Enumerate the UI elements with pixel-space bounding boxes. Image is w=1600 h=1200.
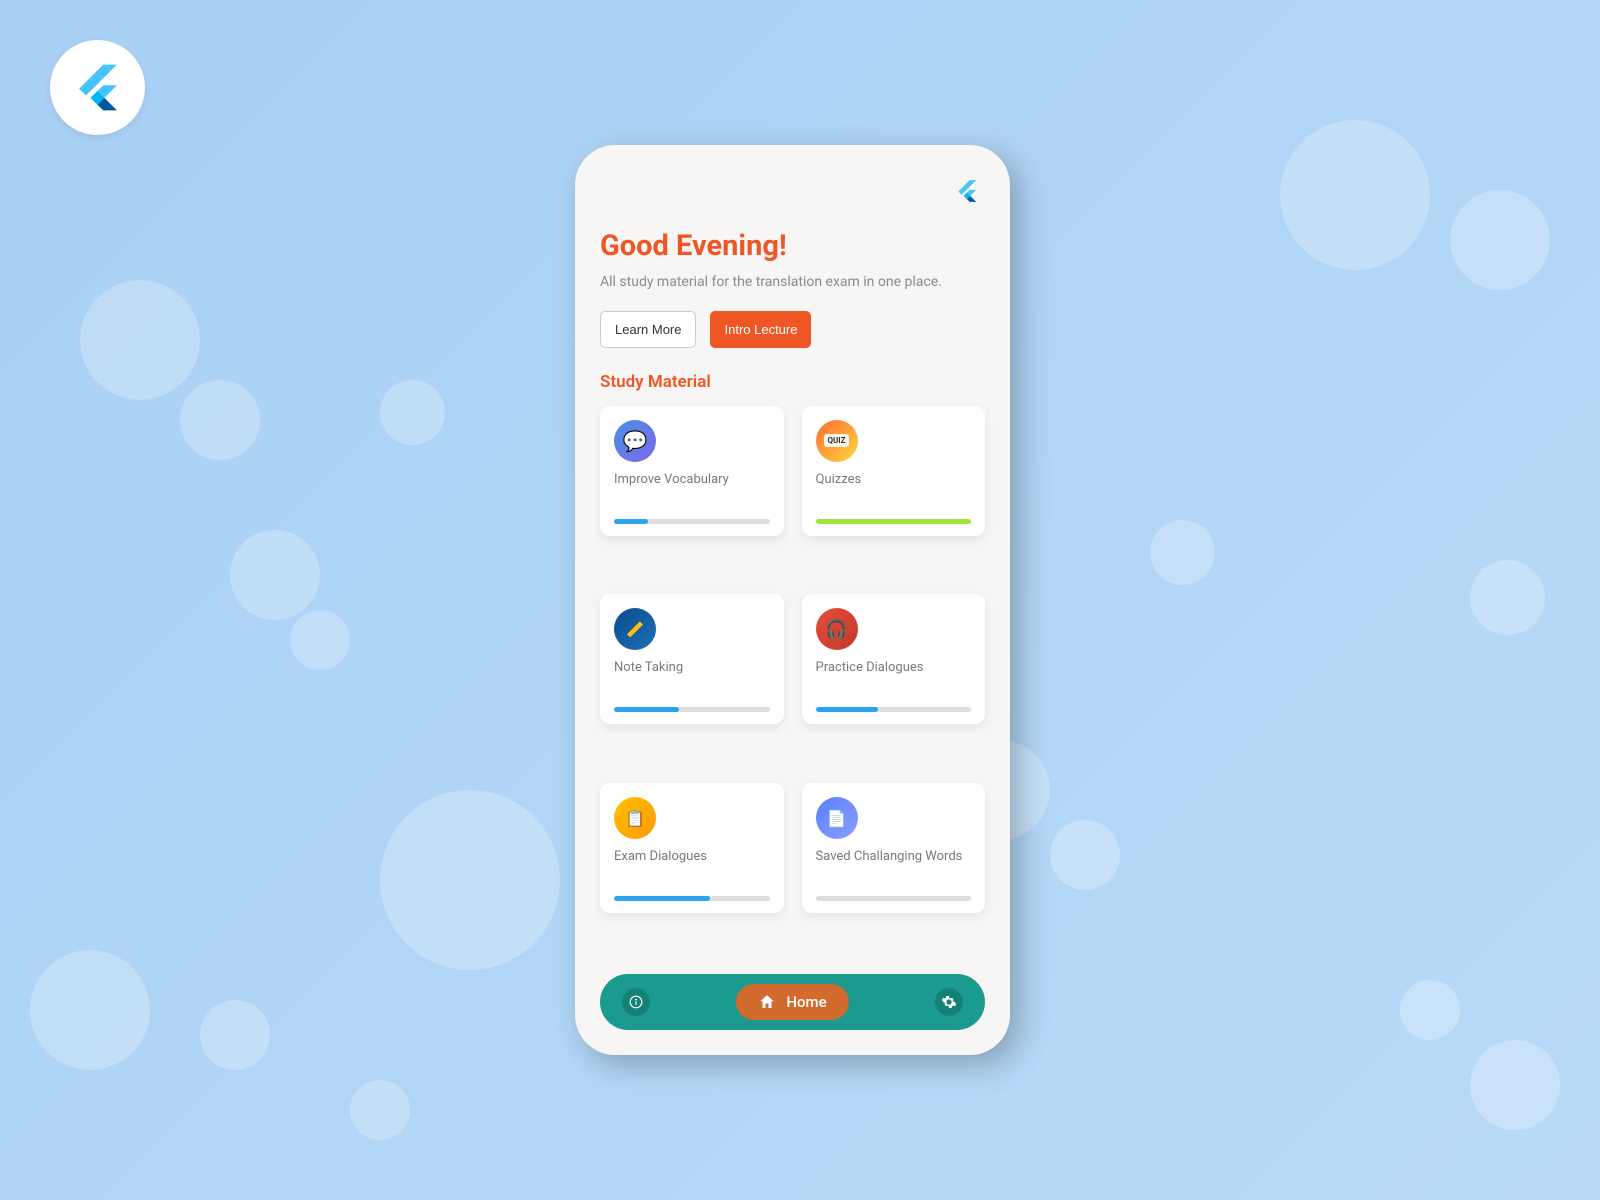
- study-material-grid: 💬 Improve Vocabulary QUIZ Quizzes Note T…: [600, 406, 985, 956]
- progress-fill: [614, 519, 648, 524]
- progress-bar: [614, 896, 770, 901]
- card-exam-dialogues[interactable]: 📋 Exam Dialogues: [600, 783, 784, 913]
- card-title: Exam Dialogues: [614, 849, 770, 888]
- card-note-taking[interactable]: Note Taking: [600, 594, 784, 724]
- progress-fill: [614, 707, 679, 712]
- note-icon: [614, 608, 656, 650]
- card-practice-dialogues[interactable]: 🎧 Practice Dialogues: [802, 594, 986, 724]
- card-title: Improve Vocabulary: [614, 472, 770, 511]
- flutter-badge: [50, 40, 145, 135]
- progress-bar: [614, 707, 770, 712]
- flutter-logo-small-icon: [954, 178, 980, 204]
- home-nav-button[interactable]: Home: [736, 984, 848, 1020]
- flutter-logo-icon: [70, 60, 125, 115]
- card-saved-words[interactable]: 📄 Saved Challanging Words: [802, 783, 986, 913]
- vocabulary-icon: 💬: [614, 420, 656, 462]
- quiz-icon: QUIZ: [816, 420, 858, 462]
- learn-more-button[interactable]: Learn More: [600, 311, 696, 348]
- bottom-nav: Home: [600, 974, 985, 1030]
- home-label: Home: [786, 993, 826, 1011]
- intro-lecture-button[interactable]: Intro Lecture: [710, 311, 811, 348]
- greeting-title: Good Evening!: [600, 229, 985, 263]
- card-title: Quizzes: [816, 472, 972, 511]
- greeting-subtitle: All study material for the translation e…: [600, 273, 985, 293]
- phone-frame: Good Evening! All study material for the…: [575, 145, 1010, 1055]
- settings-icon[interactable]: [935, 988, 963, 1016]
- home-icon: [758, 993, 776, 1011]
- practice-icon: 🎧: [816, 608, 858, 650]
- progress-fill: [816, 519, 972, 524]
- card-title: Practice Dialogues: [816, 660, 972, 699]
- phone-header: [600, 170, 985, 229]
- progress-fill: [816, 707, 878, 712]
- card-improve-vocabulary[interactable]: 💬 Improve Vocabulary: [600, 406, 784, 536]
- progress-bar: [816, 707, 972, 712]
- card-title: Note Taking: [614, 660, 770, 699]
- progress-bar: [816, 519, 972, 524]
- progress-fill: [614, 896, 710, 901]
- saved-icon: 📄: [816, 797, 858, 839]
- progress-bar: [816, 896, 972, 901]
- card-quizzes[interactable]: QUIZ Quizzes: [802, 406, 986, 536]
- progress-bar: [614, 519, 770, 524]
- card-title: Saved Challanging Words: [816, 849, 972, 888]
- section-title: Study Material: [600, 372, 985, 392]
- exam-icon: 📋: [614, 797, 656, 839]
- info-icon[interactable]: [622, 988, 650, 1016]
